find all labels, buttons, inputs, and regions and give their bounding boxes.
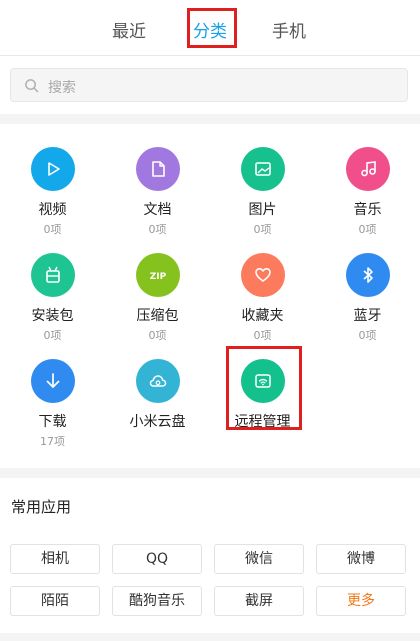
category-name: 小米云盘 (129, 414, 186, 430)
image-icon (254, 162, 271, 176)
document-icon-circle (135, 147, 180, 191)
top-tab-bar: 最近 分类 手机 (0, 0, 420, 56)
category-name: 压缩包 (136, 308, 179, 324)
tab-recent[interactable]: 最近 (112, 17, 146, 42)
heart-icon (254, 268, 271, 282)
category-download[interactable]: 下载 17项 (0, 359, 105, 449)
app-qq-button[interactable]: QQ (112, 544, 202, 574)
category-count: 0项 (43, 223, 62, 236)
music-icon-circle (345, 147, 390, 191)
search-section: 搜索 (0, 56, 420, 114)
apk-icon-circle (30, 253, 75, 297)
category-zip[interactable]: ZIP 压缩包 0项 (105, 253, 210, 343)
more-button[interactable]: 更多 (316, 586, 406, 616)
app-momo-button[interactable]: 陌陌 (10, 586, 100, 616)
bluetooth-icon-circle (345, 253, 390, 297)
search-icon (25, 79, 39, 93)
remote-highlight-box (226, 346, 302, 430)
category-name: 蓝牙 (353, 308, 382, 324)
category-favorites[interactable]: 收藏夹 0项 (210, 253, 315, 343)
category-name: 视频 (38, 202, 67, 218)
category-image[interactable]: 图片 0项 (210, 147, 315, 237)
category-mi-cloud[interactable]: 小米云盘 (105, 359, 210, 433)
category-apk[interactable]: 安装包 0项 (0, 253, 105, 343)
category-grid: 视频 0项 文档 0项 图片 0项 音乐 0项 安装包 0项 ZIP 压缩包 0… (0, 124, 420, 468)
bluetooth-icon (362, 267, 373, 283)
download-icon-circle (30, 359, 75, 403)
android-icon (45, 266, 60, 283)
zip-icon-circle: ZIP (135, 253, 180, 297)
cloud-icon (149, 375, 166, 387)
app-wechat-button[interactable]: 微信 (214, 544, 304, 574)
category-count: 0项 (43, 329, 62, 342)
app-kugou-button[interactable]: 酷狗音乐 (112, 586, 202, 616)
app-camera-button[interactable]: 相机 (10, 544, 100, 574)
category-count: 0项 (148, 223, 167, 236)
tab-phone[interactable]: 手机 (272, 17, 306, 42)
category-name: 音乐 (353, 202, 382, 218)
cloud-icon-circle (135, 359, 180, 403)
category-name: 安装包 (31, 308, 74, 324)
category-count: 0项 (148, 329, 167, 342)
category-count: 0项 (253, 329, 272, 342)
category-name: 文档 (143, 202, 172, 218)
category-bluetooth[interactable]: 蓝牙 0项 (315, 253, 420, 343)
document-icon (151, 161, 165, 177)
section-title: 常用应用 (11, 498, 72, 516)
search-placeholder: 搜索 (48, 80, 76, 96)
favorites-icon-circle (240, 253, 285, 297)
video-icon-circle (30, 147, 75, 191)
category-count: 17项 (40, 435, 65, 448)
svg-text:ZIP: ZIP (149, 272, 166, 282)
category-name: 下载 (38, 414, 67, 430)
category-video[interactable]: 视频 0项 (0, 147, 105, 237)
play-icon (47, 162, 60, 176)
music-icon (360, 161, 376, 177)
category-name: 收藏夹 (241, 308, 284, 324)
app-weibo-button[interactable]: 微博 (316, 544, 406, 574)
category-count: 0项 (253, 223, 272, 236)
category-name: 图片 (248, 202, 277, 218)
search-input[interactable]: 搜索 (10, 68, 408, 102)
tab-highlight-box (187, 8, 237, 48)
common-apps-section: 常用应用 相机 QQ 微信 微博 陌陌 酷狗音乐 截屏 更多 (0, 478, 420, 633)
category-count: 0项 (358, 223, 377, 236)
download-icon (46, 373, 59, 388)
category-count: 0项 (358, 329, 377, 342)
image-icon-circle (240, 147, 285, 191)
app-screenshot-button[interactable]: 截屏 (214, 586, 304, 616)
category-music[interactable]: 音乐 0项 (315, 147, 420, 237)
category-document[interactable]: 文档 0项 (105, 147, 210, 237)
zip-icon: ZIP (149, 272, 166, 282)
